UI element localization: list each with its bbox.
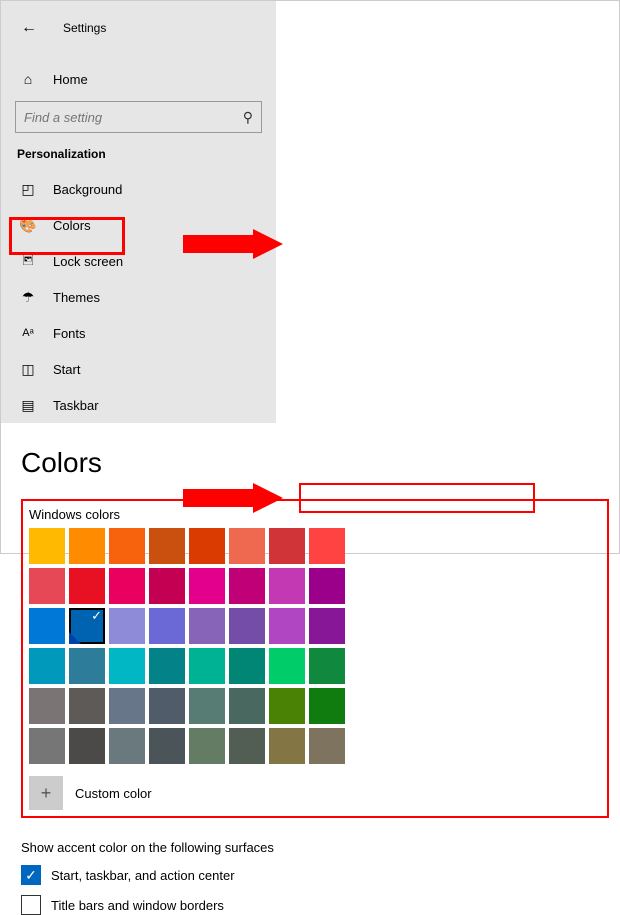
color-swatch[interactable]: [29, 528, 65, 564]
custom-color-label: Custom color: [75, 786, 152, 801]
search-field[interactable]: [24, 110, 214, 125]
main-content: Colors Windows colors + Custom color Sho…: [1, 423, 619, 915]
sidebar: ← Settings ⌂ Home ⚲ Personalization ◰ Ba…: [1, 1, 276, 423]
color-swatch[interactable]: [29, 608, 65, 644]
checkbox-title-bars[interactable]: Title bars and window borders: [21, 895, 609, 915]
color-swatch[interactable]: [189, 608, 225, 644]
section-label: Personalization: [1, 147, 276, 161]
color-grid: [29, 528, 601, 764]
sidebar-item-start[interactable]: ◫ Start: [1, 351, 276, 387]
color-swatch[interactable]: [149, 528, 185, 564]
color-swatch[interactable]: [269, 608, 305, 644]
app-title: Settings: [63, 21, 106, 35]
color-swatch[interactable]: [189, 728, 225, 764]
color-swatch[interactable]: [69, 608, 105, 644]
color-swatch[interactable]: [309, 568, 345, 604]
checkbox-label: Start, taskbar, and action center: [51, 868, 235, 883]
sidebar-item-label: Start: [53, 362, 80, 377]
color-swatch[interactable]: [269, 648, 305, 684]
color-swatch[interactable]: [269, 528, 305, 564]
search-input[interactable]: ⚲: [15, 101, 262, 133]
custom-color-button[interactable]: + Custom color: [29, 776, 601, 810]
color-swatch[interactable]: [229, 568, 265, 604]
fonts-icon: Aᵃ: [19, 327, 37, 339]
taskbar-icon: ▤: [19, 397, 37, 414]
checkbox-icon: ✓: [21, 865, 41, 885]
color-swatch[interactable]: [29, 728, 65, 764]
color-swatch[interactable]: [189, 688, 225, 724]
color-swatch[interactable]: [149, 688, 185, 724]
color-swatch[interactable]: [309, 528, 345, 564]
color-swatch[interactable]: [309, 728, 345, 764]
checkbox-icon: [21, 895, 41, 915]
color-swatch[interactable]: [269, 688, 305, 724]
color-swatch[interactable]: [29, 648, 65, 684]
color-swatch[interactable]: [109, 568, 145, 604]
color-swatch[interactable]: [109, 648, 145, 684]
color-swatch[interactable]: [149, 728, 185, 764]
themes-icon: ☂: [19, 289, 37, 306]
sidebar-item-label: Themes: [53, 290, 100, 305]
color-swatch[interactable]: [189, 528, 225, 564]
color-swatch[interactable]: [309, 608, 345, 644]
color-swatch[interactable]: [69, 728, 105, 764]
color-swatch[interactable]: [69, 688, 105, 724]
color-swatch[interactable]: [229, 688, 265, 724]
sidebar-item-label: Lock screen: [53, 254, 123, 269]
color-swatch[interactable]: [109, 608, 145, 644]
colors-icon: 🎨: [19, 217, 37, 234]
sidebar-item-label: Fonts: [53, 326, 86, 341]
color-swatch[interactable]: [149, 608, 185, 644]
color-swatch[interactable]: [189, 648, 225, 684]
color-swatch[interactable]: [149, 568, 185, 604]
color-swatch[interactable]: [29, 688, 65, 724]
windows-colors-panel: Windows colors + Custom color: [21, 499, 609, 818]
windows-colors-label: Windows colors: [29, 507, 601, 522]
checkbox-label: Title bars and window borders: [51, 898, 224, 913]
color-swatch[interactable]: [229, 648, 265, 684]
color-swatch[interactable]: [269, 728, 305, 764]
home-link[interactable]: ⌂ Home: [1, 61, 276, 97]
page-title: Colors: [21, 447, 609, 479]
color-swatch[interactable]: [109, 528, 145, 564]
plus-icon: +: [29, 776, 63, 810]
color-swatch[interactable]: [69, 528, 105, 564]
sidebar-item-background[interactable]: ◰ Background: [1, 171, 276, 207]
color-swatch[interactable]: [29, 568, 65, 604]
checkbox-start-taskbar[interactable]: ✓ Start, taskbar, and action center: [21, 865, 609, 885]
sidebar-item-label: Colors: [53, 218, 91, 233]
color-swatch[interactable]: [109, 688, 145, 724]
sidebar-item-colors[interactable]: 🎨 Colors: [1, 207, 276, 243]
start-icon: ◫: [19, 361, 37, 378]
color-swatch[interactable]: [229, 728, 265, 764]
lockscreen-icon: 🖻: [19, 249, 37, 273]
color-swatch[interactable]: [229, 608, 265, 644]
color-swatch[interactable]: [189, 568, 225, 604]
back-icon[interactable]: ←: [21, 19, 37, 37]
home-icon: ⌂: [19, 71, 37, 87]
sidebar-item-taskbar[interactable]: ▤ Taskbar: [1, 387, 276, 423]
background-icon: ◰: [19, 181, 37, 198]
color-swatch[interactable]: [309, 688, 345, 724]
home-label: Home: [53, 72, 88, 87]
color-swatch[interactable]: [229, 528, 265, 564]
sidebar-item-fonts[interactable]: Aᵃ Fonts: [1, 315, 276, 351]
color-swatch[interactable]: [69, 648, 105, 684]
sidebar-item-lockscreen[interactable]: 🖻 Lock screen: [1, 243, 276, 279]
sidebar-item-themes[interactable]: ☂ Themes: [1, 279, 276, 315]
sidebar-item-label: Background: [53, 182, 122, 197]
color-swatch[interactable]: [149, 648, 185, 684]
search-icon: ⚲: [243, 109, 253, 126]
color-swatch[interactable]: [309, 648, 345, 684]
sidebar-item-label: Taskbar: [53, 398, 99, 413]
color-swatch[interactable]: [69, 568, 105, 604]
color-swatch[interactable]: [269, 568, 305, 604]
accent-surfaces-label: Show accent color on the following surfa…: [21, 840, 609, 855]
color-swatch[interactable]: [109, 728, 145, 764]
